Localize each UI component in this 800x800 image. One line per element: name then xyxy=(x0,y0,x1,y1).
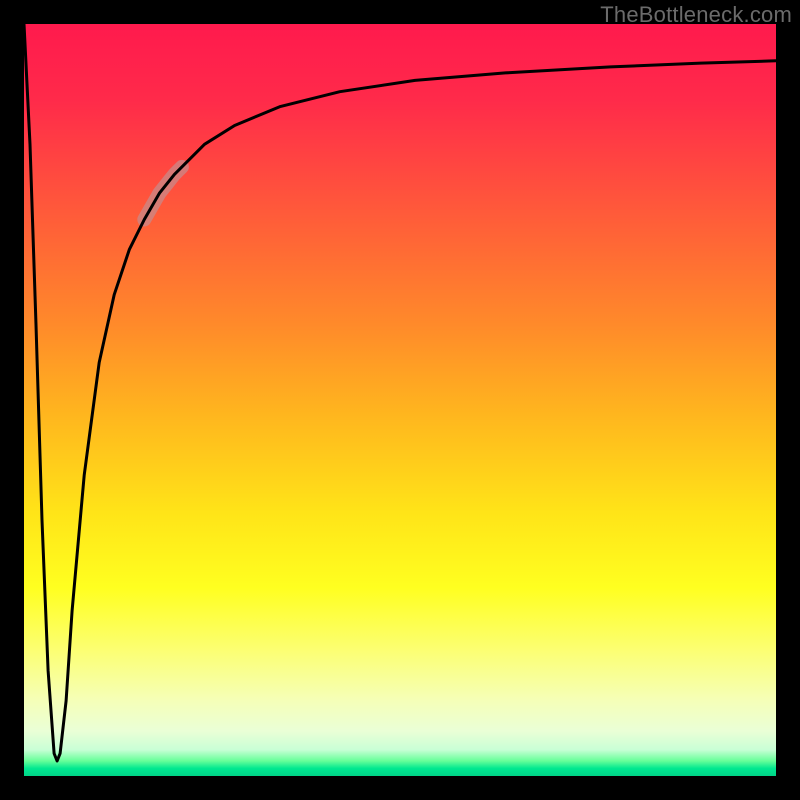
curve-svg xyxy=(24,24,776,776)
chart-frame: TheBottleneck.com xyxy=(0,0,800,800)
bottleneck-curve xyxy=(24,24,776,761)
watermark-text: TheBottleneck.com xyxy=(600,2,792,28)
plot-area xyxy=(24,24,776,776)
